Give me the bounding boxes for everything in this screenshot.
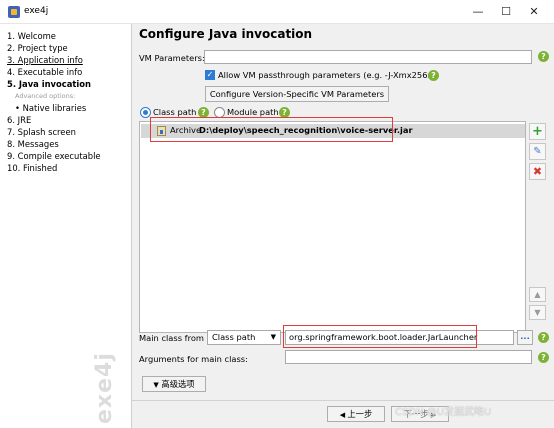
modulepath-radio-label: Module path [227, 107, 279, 117]
page-title: Configure Java invocation [139, 27, 313, 41]
sidebar-step-label: 8. Messages [7, 139, 59, 149]
chevron-down-icon: ▼ [270, 333, 276, 341]
sidebar-step-label: Advanced options: [15, 92, 76, 100]
exe4j-watermark: exe4j [92, 352, 117, 424]
sidebar-step-label: 2. Project type [7, 43, 68, 53]
sidebar-step-item[interactable]: 7. Splash screen [7, 126, 131, 138]
arguments-input[interactable] [285, 350, 532, 364]
csdn-watermark: CSDN @U发掘武略U [395, 407, 492, 418]
sidebar-step-label: 5. Java invocation [7, 79, 91, 89]
move-up-button[interactable]: ▲ [529, 287, 546, 302]
configure-version-specific-vm-button[interactable]: Configure Version-Specific VM Parameters [205, 86, 389, 102]
main-class-source-value: Class path [212, 332, 256, 342]
exe4j-window: exe4j — ☐ ✕ 1. Welcome 2. Project type 3. … [0, 0, 554, 428]
footer-separator [132, 400, 554, 401]
chevron-down-icon: ▼ [153, 381, 159, 389]
sidebar-step-item[interactable]: 5. Java invocation [7, 78, 131, 90]
sidebar-step-label: 6. JRE [7, 115, 32, 125]
remove-entry-button[interactable]: ✖ [529, 163, 546, 180]
sidebar-step-item[interactable]: 6. JRE [7, 114, 131, 126]
back-button[interactable]: ◀ 上一步 [327, 406, 385, 422]
sidebar-step-item[interactable]: 4. Executable info [7, 66, 131, 78]
add-entry-button[interactable]: + [529, 123, 546, 140]
passthrough-label: Allow VM passthrough parameters (e.g. -J… [218, 70, 439, 80]
edit-entry-button[interactable]: ✎ [529, 143, 546, 160]
close-button[interactable]: ✕ [525, 3, 543, 21]
browse-main-class-button[interactable]: ... [517, 330, 533, 345]
sidebar-step-item[interactable]: 9. Compile executable [7, 150, 131, 162]
main-class-label: Main class from [139, 333, 204, 343]
sidebar-step-item[interactable]: • Native libraries [7, 102, 131, 114]
sidebar-step-item[interactable]: 3. Application info [7, 54, 131, 66]
back-button-label: 上一步 [347, 409, 373, 419]
highlight-box-main-class [283, 325, 477, 348]
title-bar: exe4j — ☐ ✕ [0, 0, 554, 24]
classpath-list[interactable]: Archive D:\deploy\speech_recognition\voi… [139, 121, 526, 333]
wizard-steps-list: 1. Welcome 2. Project type 3. Application … [0, 24, 131, 174]
maximize-button[interactable]: ☐ [497, 3, 515, 21]
sidebar-step-label: 3. Application info [7, 55, 83, 65]
sidebar-step-item[interactable]: 1. Welcome [7, 30, 131, 42]
minimize-button[interactable]: — [469, 3, 487, 21]
move-down-button[interactable]: ▼ [529, 305, 546, 320]
vm-parameters-help-icon[interactable]: ? [538, 51, 549, 62]
main-class-help-icon[interactable]: ? [538, 332, 549, 343]
passthrough-checkbox[interactable]: ✓ [205, 70, 215, 80]
java-invocation-panel: Configure Java invocation VM Parameters:… [132, 24, 554, 428]
highlight-box-jar [150, 117, 393, 142]
window-title: exe4j [24, 6, 49, 16]
sidebar-step-label: • Native libraries [15, 103, 87, 113]
classpath-radio-label: Class path [153, 107, 197, 117]
arguments-label: Arguments for main class: [139, 354, 248, 364]
advanced-options-label: 高级选项 [161, 379, 195, 389]
vm-parameters-input[interactable] [204, 50, 532, 64]
passthrough-help-icon[interactable]: ? [428, 70, 439, 81]
sidebar-step-label: 4. Executable info [7, 67, 83, 77]
sidebar-step-label: 10. Finished [7, 163, 58, 173]
sidebar-step-item[interactable]: 10. Finished [7, 162, 131, 174]
sidebar-step-item[interactable]: 2. Project type [7, 42, 131, 54]
sidebar-step-item: Advanced options: [7, 90, 131, 102]
main-class-source-select[interactable]: Class path ▼ [207, 330, 281, 345]
sidebar-step-label: 1. Welcome [7, 31, 56, 41]
advanced-options-button[interactable]: ▼ 高级选项 [142, 376, 206, 392]
sidebar-step-label: 9. Compile executable [7, 151, 101, 161]
vm-parameters-label: VM Parameters: [139, 53, 205, 63]
wizard-steps-sidebar: 1. Welcome 2. Project type 3. Application … [0, 24, 132, 428]
arguments-help-icon[interactable]: ? [538, 352, 549, 363]
sidebar-step-item[interactable]: 8. Messages [7, 138, 131, 150]
exe4j-app-icon [8, 6, 20, 18]
sidebar-step-label: 7. Splash screen [7, 127, 76, 137]
